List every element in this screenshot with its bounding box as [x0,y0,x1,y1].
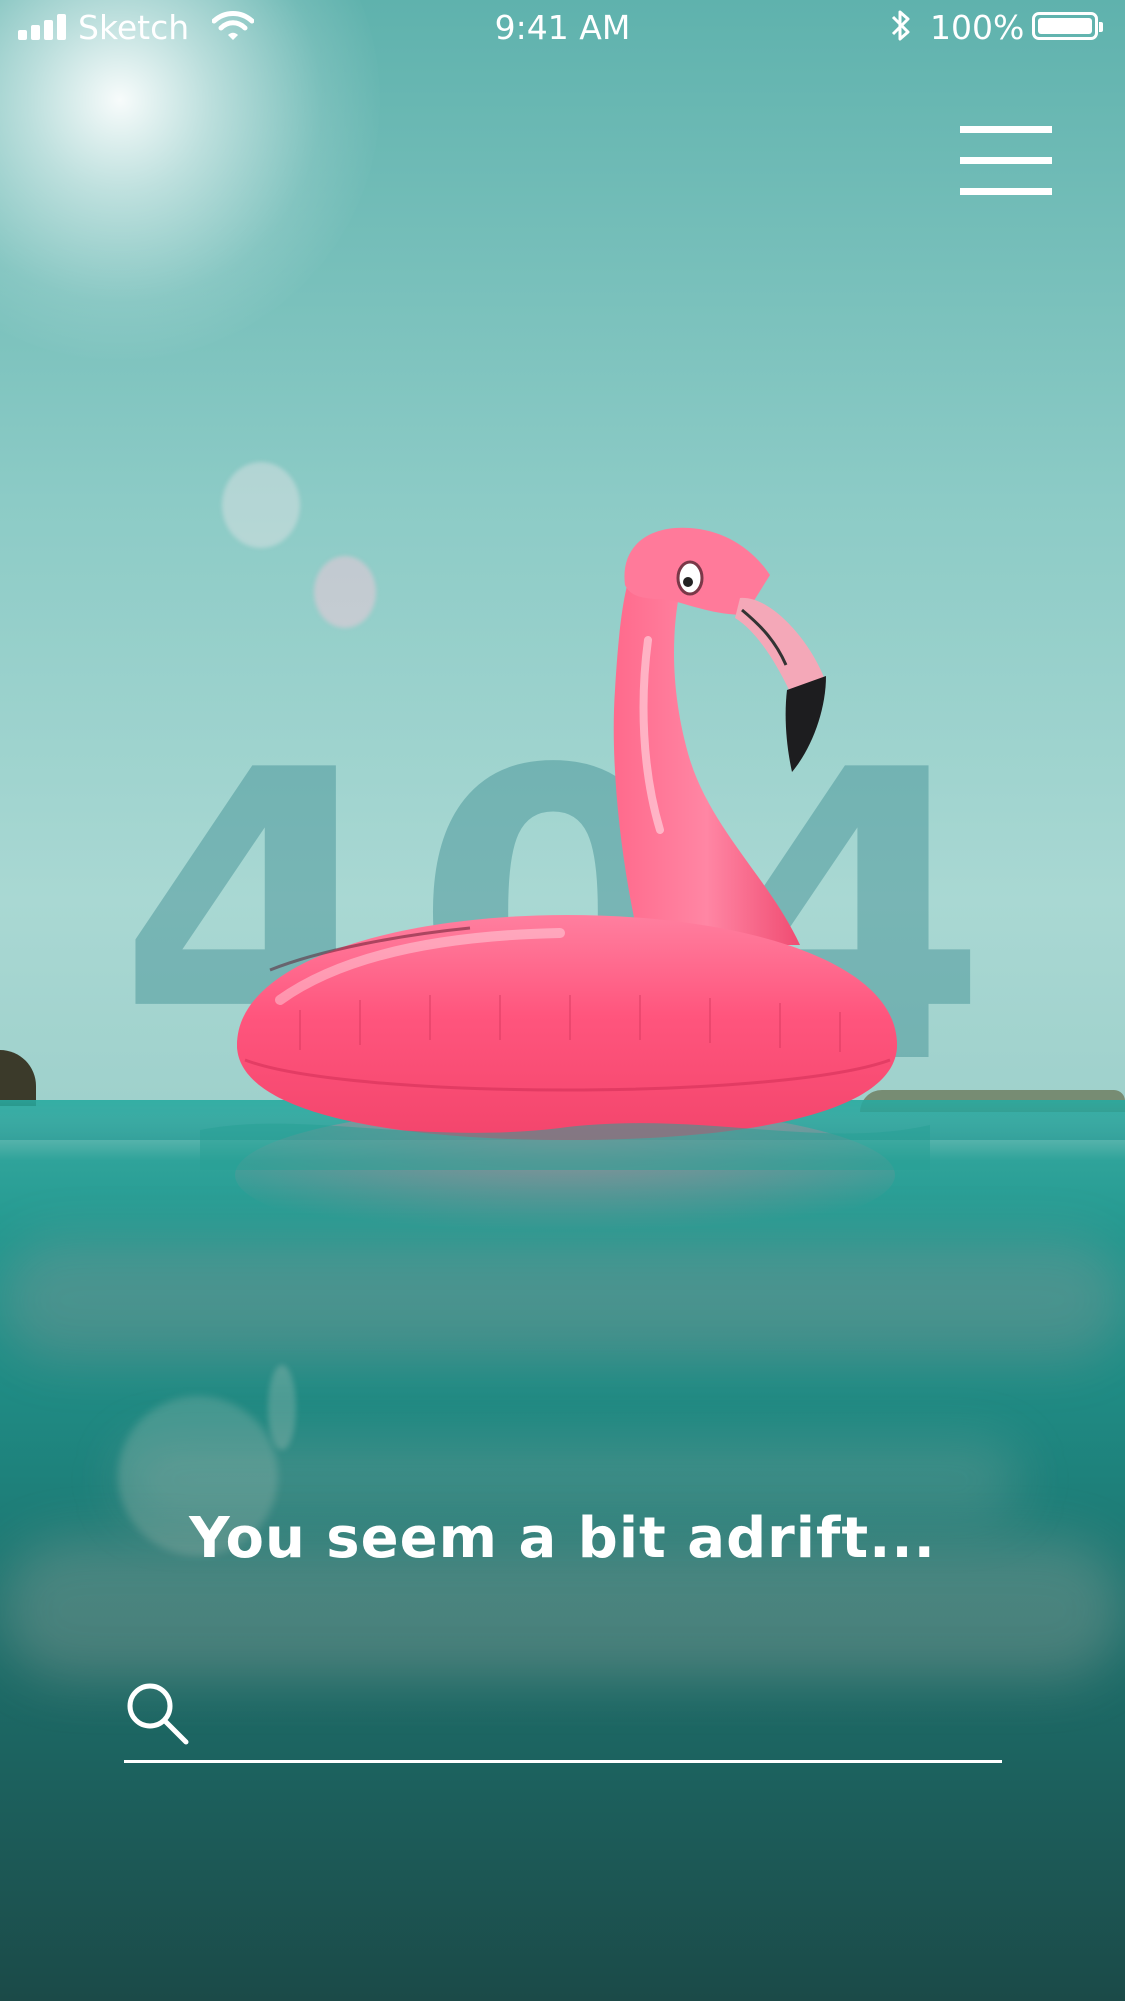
error-404-screen: 404 [0,0,1125,2001]
search-icon[interactable] [124,1680,190,1746]
error-headline: You seem a bit adrift... [189,1506,936,1571]
search-underline [124,1760,1002,1763]
battery-icon [1032,12,1103,40]
menu-button[interactable] [960,126,1052,198]
battery-percent: 100% [930,8,1025,47]
bluetooth-icon [891,10,910,41]
search-bar[interactable] [124,1672,1004,1766]
search-input[interactable] [210,1682,1004,1748]
status-bar: Sketch 9:41 AM 100% [0,0,1125,56]
hamburger-menu-icon [960,126,1052,133]
